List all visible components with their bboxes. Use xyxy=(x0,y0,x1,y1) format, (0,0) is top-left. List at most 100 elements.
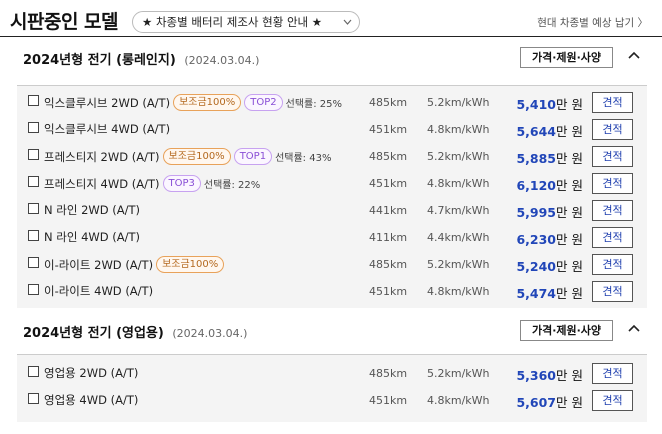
quote-button[interactable]: 견적 xyxy=(592,146,633,167)
price: 5,410만 원 xyxy=(516,94,583,113)
energy-efficiency: 5.2km/kWh xyxy=(427,258,490,271)
price: 5,607만 원 xyxy=(516,392,583,411)
battery-notice-dropdown[interactable]: ★ 차종별 배터리 제조사 현황 안내 ★ xyxy=(132,11,360,33)
trim-checkbox[interactable] xyxy=(28,230,39,241)
table-row: 이-라이트 2WD (A/T) 보조금100% 485km 5.2km/kWh 5,24… xyxy=(17,251,647,278)
trim-label[interactable]: 영업용 2WD (A/T) xyxy=(44,365,138,381)
price-unit: 만 원 xyxy=(556,232,583,247)
energy-efficiency: 4.8km/kWh xyxy=(427,394,490,407)
trim-name: 익스클루시브 4WD (A/T) xyxy=(44,122,171,136)
quote-button[interactable]: 견적 xyxy=(592,173,633,194)
trim-label[interactable]: 익스클루시브 4WD (A/T) xyxy=(44,121,170,137)
page-title: 시판중인 모델 xyxy=(10,11,119,33)
trim-label[interactable]: N 라인 4WD (A/T) xyxy=(44,229,140,245)
energy-efficiency: 4.7km/kWh xyxy=(427,204,490,217)
energy-efficiency: 5.2km/kWh xyxy=(427,96,490,109)
spec-button[interactable]: 가격·제원·사양 xyxy=(520,47,613,68)
trim-checkbox[interactable] xyxy=(28,393,39,404)
trim-checkbox[interactable] xyxy=(28,257,39,268)
energy-efficiency: 5.2km/kWh xyxy=(427,367,490,380)
section-date: (2024.03.04.) xyxy=(184,54,260,67)
trim-list-commercial: 영업용 2WD (A/T) 485km 5.2km/kWh 5,360만 원 견적 영업용… xyxy=(17,354,647,422)
top-rank-badge: TOP3 xyxy=(162,175,201,192)
trim-name: 영업용 2WD (A/T) xyxy=(44,366,139,380)
trim-name: 이-라이트 4WD (A/T) xyxy=(44,284,154,298)
trim-label[interactable]: 영업용 4WD (A/T) xyxy=(44,392,138,408)
section-title-text: 2024년형 전기 (롱레인지) xyxy=(23,53,176,68)
driving-range: 485km xyxy=(369,96,408,109)
pick-rate: 선택률: 22% xyxy=(203,180,261,191)
trim-name: N 라인 2WD (A/T) xyxy=(44,203,141,217)
price: 5,360만 원 xyxy=(516,365,583,384)
quote-button[interactable]: 견적 xyxy=(592,200,633,221)
driving-range: 485km xyxy=(369,367,408,380)
price-value: 6,120 xyxy=(516,178,557,193)
table-row: 익스클루시브 2WD (A/T) 보조금100% TOP2 선택률: 25% 485km… xyxy=(17,89,647,116)
battery-notice-label: ★ 차종별 배터리 제조사 현황 안내 ★ xyxy=(142,15,323,29)
top-rank-badge: TOP1 xyxy=(233,148,273,165)
trim-name: 프레스티지 2WD (A/T) xyxy=(44,149,160,164)
price: 6,120만 원 xyxy=(516,175,583,194)
price-unit: 만 원 xyxy=(556,151,583,166)
trim-label[interactable]: 이-라이트 4WD (A/T) xyxy=(44,283,153,299)
trim-checkbox[interactable] xyxy=(28,366,39,377)
trim-label[interactable]: 프레스티지 4WD (A/T) TOP3 선택률: 22% xyxy=(44,175,260,192)
spec-button[interactable]: 가격·제원·사양 xyxy=(520,320,613,341)
price-unit: 만 원 xyxy=(556,286,583,301)
driving-range: 451km xyxy=(369,285,408,298)
table-row: 프레스티지 4WD (A/T) TOP3 선택률: 22% 451km 4.8km/kW… xyxy=(17,170,647,197)
section-title: 2024년형 전기 (롱레인지) (2024.03.04.) xyxy=(23,49,259,68)
quote-button[interactable]: 견적 xyxy=(592,281,633,302)
chevron-down-icon xyxy=(343,12,352,32)
energy-efficiency: 4.8km/kWh xyxy=(427,123,490,136)
driving-range: 451km xyxy=(369,177,408,190)
price-value: 5,885 xyxy=(516,151,557,166)
delivery-estimate-link[interactable]: 현대 차종별 예상 납기 〉 xyxy=(537,15,648,30)
quote-button[interactable]: 견적 xyxy=(592,363,633,384)
pick-rate: 선택률: 25% xyxy=(285,99,343,110)
trim-list-long-range: 익스클루시브 2WD (A/T) 보조금100% TOP2 선택률: 25% 485km… xyxy=(17,85,647,308)
table-row: 영업용 2WD (A/T) 485km 5.2km/kWh 5,360만 원 견적 xyxy=(17,360,647,387)
trim-checkbox[interactable] xyxy=(28,122,39,133)
driving-range: 411km xyxy=(369,231,408,244)
quote-button[interactable]: 견적 xyxy=(592,92,633,113)
driving-range: 485km xyxy=(369,258,408,271)
price-value: 6,230 xyxy=(516,232,557,247)
energy-efficiency: 5.2km/kWh xyxy=(427,150,490,163)
table-row: N 라인 4WD (A/T) 411km 4.4km/kWh 6,230만 원 견적 xyxy=(17,224,647,251)
section-date: (2024.03.04.) xyxy=(172,327,248,340)
price-unit: 만 원 xyxy=(556,178,583,193)
price: 5,995만 원 xyxy=(516,202,583,221)
trim-checkbox[interactable] xyxy=(28,203,39,214)
price: 5,474만 원 xyxy=(516,283,583,302)
price-value: 5,240 xyxy=(516,259,557,274)
energy-efficiency: 4.8km/kWh xyxy=(427,285,490,298)
price-value: 5,607 xyxy=(516,395,557,410)
trim-name: 이-라이트 2WD (A/T) xyxy=(44,257,154,272)
trim-label[interactable]: 이-라이트 2WD (A/T) 보조금100% xyxy=(44,256,225,273)
section-title: 2024년형 전기 (영업용) (2024.03.04.) xyxy=(23,322,247,341)
price-unit: 만 원 xyxy=(556,259,583,274)
trim-checkbox[interactable] xyxy=(28,176,39,187)
energy-efficiency: 4.4km/kWh xyxy=(427,231,490,244)
price-value: 5,474 xyxy=(516,286,557,301)
trim-label[interactable]: 프레스티지 2WD (A/T) 보조금100% TOP1 선택률: 43% xyxy=(44,148,331,165)
section-title-text: 2024년형 전기 (영업용) xyxy=(23,326,164,341)
quote-button[interactable]: 견적 xyxy=(592,254,633,275)
chevron-up-icon[interactable] xyxy=(625,320,643,338)
table-row: N 라인 2WD (A/T) 441km 4.7km/kWh 5,995만 원 견적 xyxy=(17,197,647,224)
chevron-up-icon[interactable] xyxy=(625,47,643,65)
price: 5,240만 원 xyxy=(516,256,583,275)
quote-button[interactable]: 견적 xyxy=(592,119,633,140)
trim-label[interactable]: 익스클루시브 2WD (A/T) 보조금100% TOP2 선택률: 25% xyxy=(44,94,342,111)
trim-checkbox[interactable] xyxy=(28,284,39,295)
trim-checkbox[interactable] xyxy=(28,95,39,106)
trim-label[interactable]: N 라인 2WD (A/T) xyxy=(44,202,140,218)
top-rank-badge: TOP2 xyxy=(244,94,283,111)
trim-checkbox[interactable] xyxy=(28,149,39,160)
section-header-long-range: 2024년형 전기 (롱레인지) (2024.03.04.) 가격·제원·사양 xyxy=(0,37,662,75)
price-unit: 만 원 xyxy=(556,205,583,220)
quote-button[interactable]: 견적 xyxy=(592,227,633,248)
quote-button[interactable]: 견적 xyxy=(592,390,633,411)
price-value: 5,995 xyxy=(516,205,557,220)
